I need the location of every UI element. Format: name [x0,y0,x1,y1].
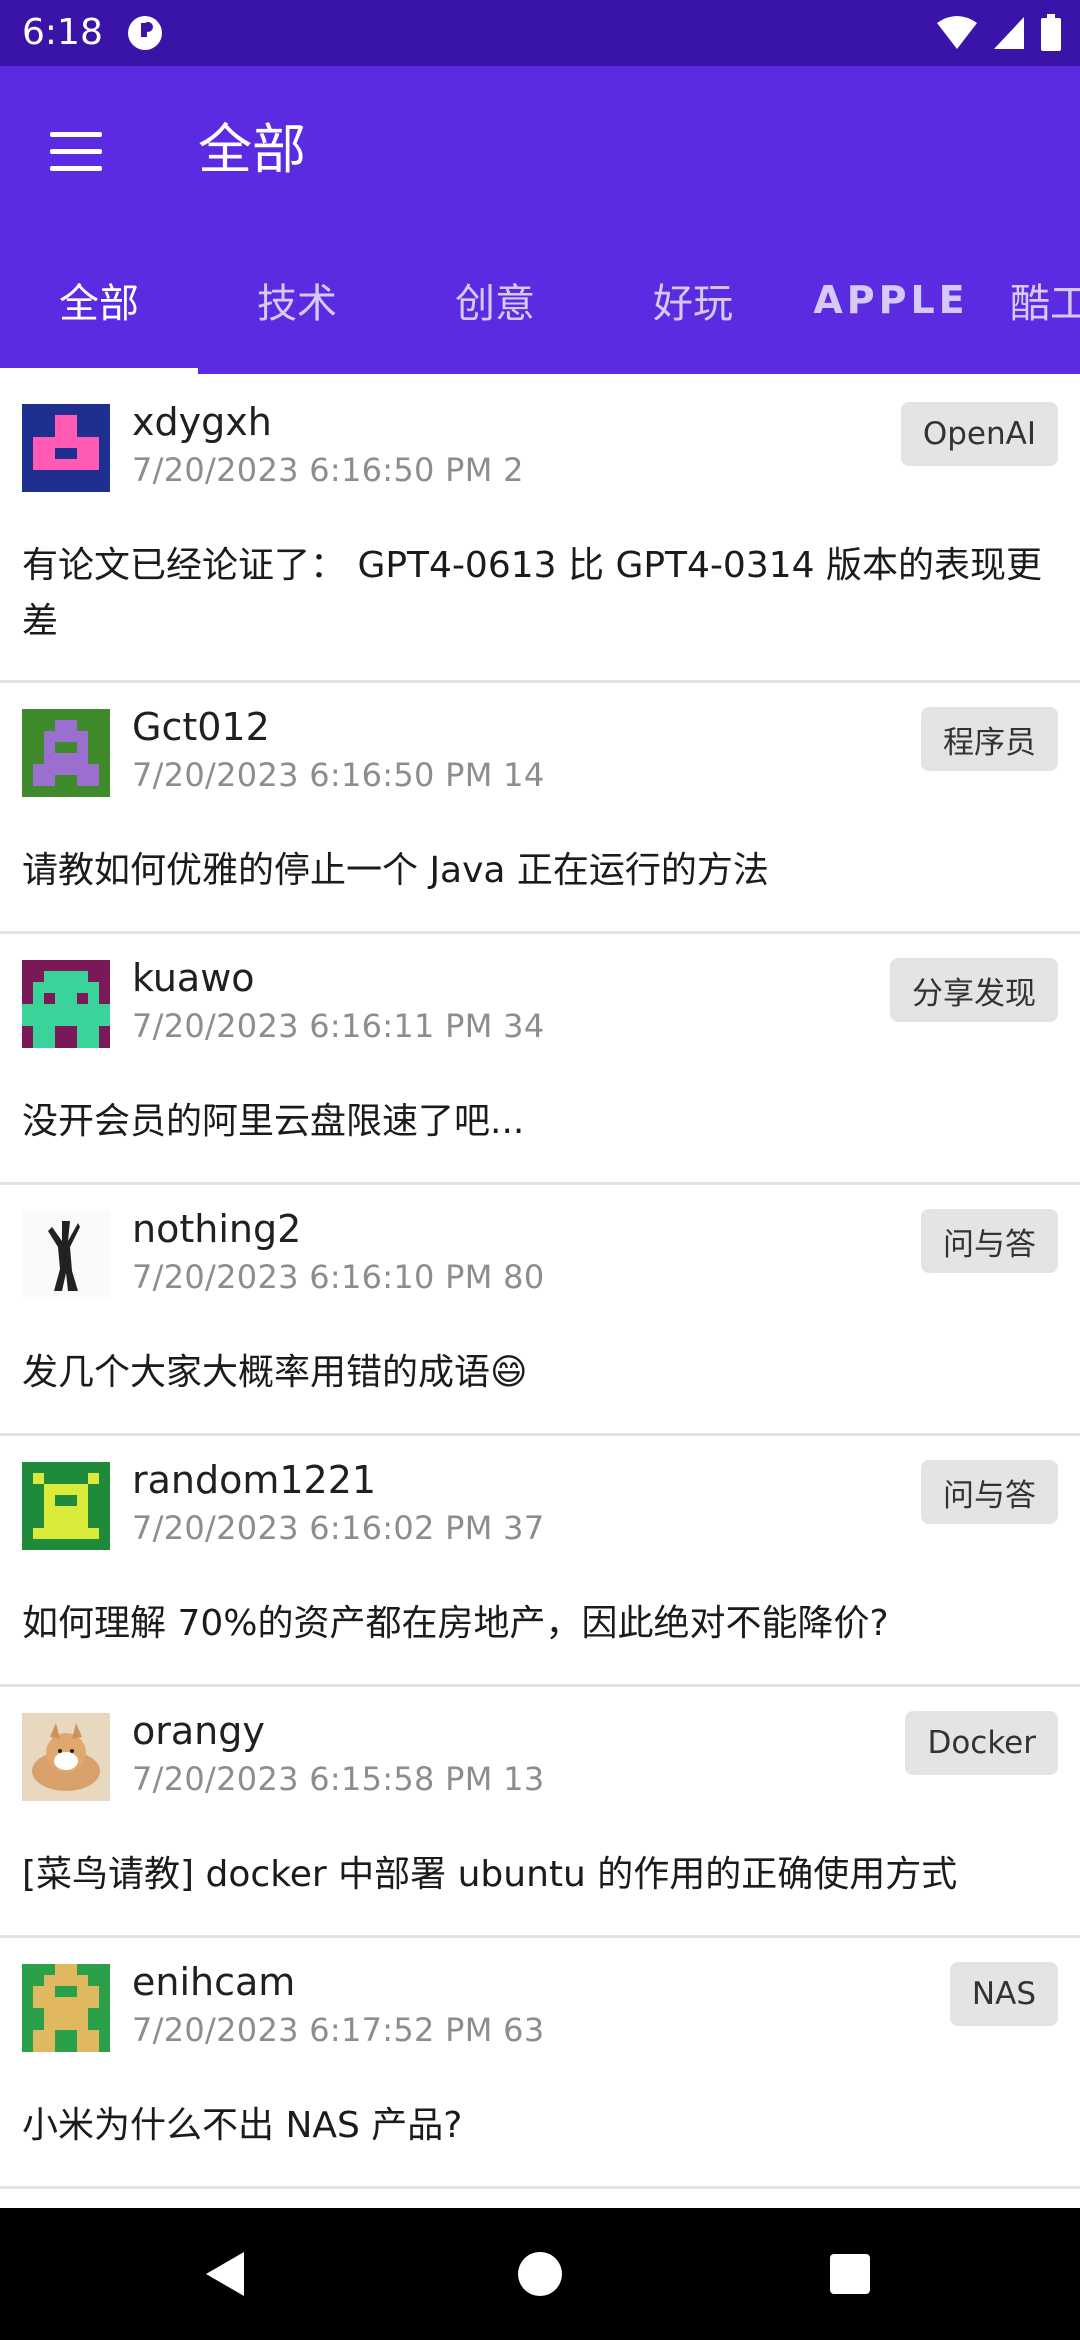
hamburger-menu-icon[interactable] [40,116,112,188]
avatar[interactable] [22,1964,110,2052]
node-tag[interactable]: OpenAI [900,402,1058,466]
username[interactable]: random1221 [132,1454,376,1506]
tab-all[interactable]: 全部 [0,230,198,370]
wifi-icon [936,15,978,55]
post-list: xdygxh 7/20/2023 6:16:50 PM 2 OpenAI 有论文… [0,378,1080,2189]
node-tag[interactable]: Docker [905,1711,1058,1775]
avatar[interactable] [22,404,110,492]
username[interactable]: xdygxh [132,396,272,448]
system-navigation-bar [0,2208,1080,2340]
back-icon[interactable] [194,2242,258,2306]
username[interactable]: enihcam [132,1956,295,2008]
avatar[interactable] [22,1211,110,1299]
avatar[interactable] [22,709,110,797]
list-item[interactable]: xdygxh 7/20/2023 6:16:50 PM 2 OpenAI 有论文… [0,378,1080,683]
node-tag[interactable]: NAS [949,1962,1058,2026]
tab-cool-jobs[interactable]: 酷工作 [1010,230,1080,370]
page-title: 全部 [198,118,306,181]
avatar[interactable] [22,960,110,1048]
post-title[interactable]: 没开会员的阿里云盘限速了吧... [22,1094,1060,1150]
post-meta: 7/20/2023 6:16:50 PM 14 [132,756,545,794]
avatar[interactable] [22,1713,110,1801]
post-title[interactable]: 请教如何优雅的停止一个 Java 正在运行的方法 [22,843,1060,899]
post-title[interactable]: 发几个大家大概率用错的成语😄 [22,1345,1060,1401]
node-tag[interactable]: 分享发现 [890,958,1058,1022]
app-bar: 全部 全部 技术 创意 好玩 APPLE 酷工作 [0,66,1080,374]
list-item[interactable]: enihcam 7/20/2023 6:17:52 PM 63 NAS 小米为什… [0,1938,1080,2189]
username[interactable]: orangy [132,1705,265,1757]
post-meta: 7/20/2023 6:16:02 PM 37 [132,1509,545,1547]
status-bar: 6:18 [0,0,1080,66]
home-icon[interactable] [508,2242,572,2306]
list-item[interactable]: Gct012 7/20/2023 6:16:50 PM 14 程序员 请教如何优… [0,683,1080,934]
node-tag[interactable]: 问与答 [921,1460,1058,1524]
username[interactable]: Gct012 [132,701,270,753]
tab-fun[interactable]: 好玩 [594,230,792,370]
post-meta: 7/20/2023 6:16:11 PM 34 [132,1007,545,1045]
list-item[interactable]: nothing2 7/20/2023 6:16:10 PM 80 问与答 发几个… [0,1185,1080,1436]
post-meta: 7/20/2023 6:16:10 PM 80 [132,1258,545,1296]
tab-creative[interactable]: 创意 [396,230,594,370]
post-meta: 7/20/2023 6:17:52 PM 63 [132,2011,545,2049]
recents-icon[interactable] [818,2242,882,2306]
avatar[interactable] [22,1462,110,1550]
tab-apple[interactable]: APPLE [792,230,990,370]
battery-icon [1040,14,1062,56]
username[interactable]: nothing2 [132,1203,301,1255]
active-tab-indicator [0,368,198,374]
app-notification-icon [126,14,164,56]
list-item[interactable]: kuawo 7/20/2023 6:16:11 PM 34 分享发现 没开会员的… [0,934,1080,1185]
cellular-signal-icon [992,15,1026,55]
node-tag[interactable]: 程序员 [921,707,1058,771]
category-tabs: 全部 技术 创意 好玩 APPLE 酷工作 [0,230,1080,374]
post-meta: 7/20/2023 6:15:58 PM 13 [132,1760,545,1798]
post-meta: 7/20/2023 6:16:50 PM 2 [132,451,524,489]
post-title[interactable]: 有论文已经论证了： GPT4-0613 比 GPT4-0314 版本的表现更差 [22,538,1060,650]
post-title[interactable]: 如何理解 70%的资产都在房地产，因此绝对不能降价? [22,1596,1060,1652]
post-title[interactable]: [菜鸟请教] docker 中部署 ubuntu 的作用的正确使用方式 [22,1847,1060,1903]
status-time: 6:18 [22,12,103,53]
username[interactable]: kuawo [132,952,255,1004]
post-title[interactable]: 小米为什么不出 NAS 产品? [22,2098,1060,2154]
list-item[interactable]: random1221 7/20/2023 6:16:02 PM 37 问与答 如… [0,1436,1080,1687]
list-item[interactable]: orangy 7/20/2023 6:15:58 PM 13 Docker [菜… [0,1687,1080,1938]
tab-tech[interactable]: 技术 [198,230,396,370]
node-tag[interactable]: 问与答 [921,1209,1058,1273]
